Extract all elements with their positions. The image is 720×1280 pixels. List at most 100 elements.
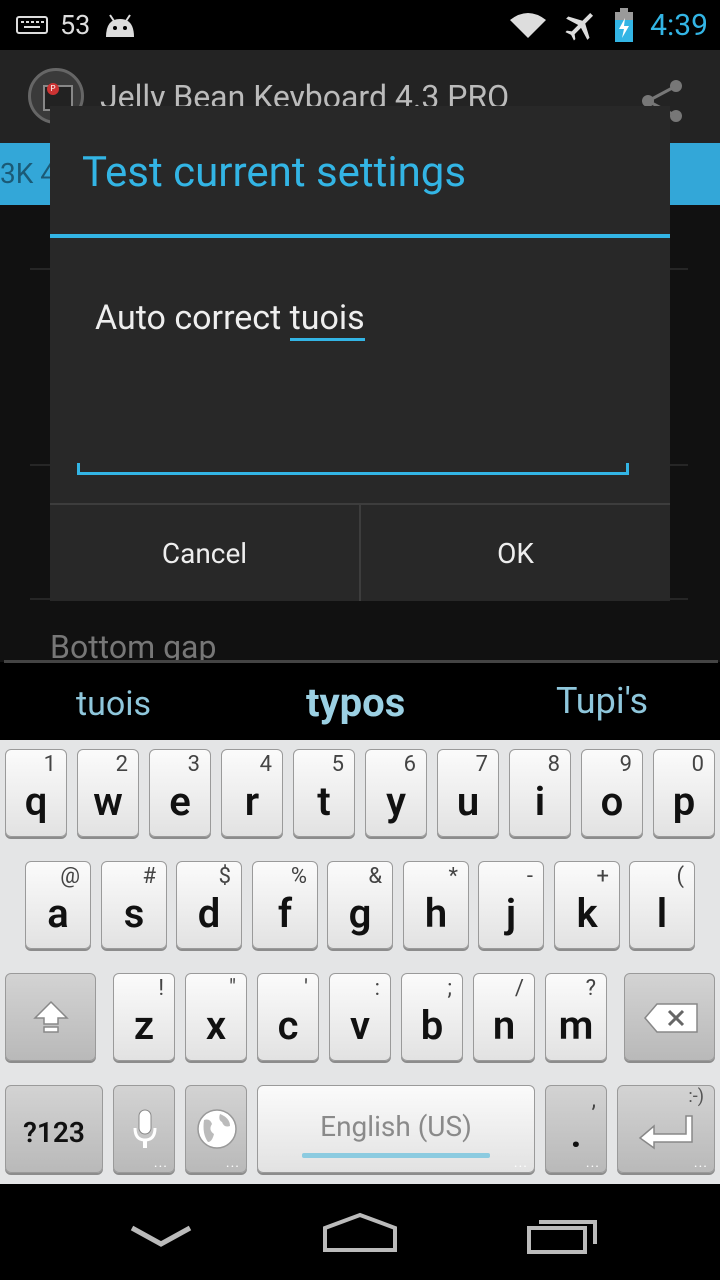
space-bar[interactable]: English (US) ...	[257, 1085, 535, 1173]
key-p[interactable]: 0p	[653, 749, 715, 837]
delete-key[interactable]	[624, 973, 715, 1061]
key-hint: 5	[331, 752, 344, 777]
key-label: v	[349, 1002, 371, 1049]
input-underline-left	[77, 463, 80, 475]
voice-input-key[interactable]: ...	[113, 1085, 175, 1173]
key-a[interactable]: @ a	[25, 861, 91, 949]
key-label: n	[492, 1002, 516, 1049]
key-hint: &	[368, 864, 382, 889]
key-q[interactable]: 1q	[5, 749, 67, 837]
enter-key[interactable]: :-) ...	[617, 1085, 715, 1173]
key-hint: '	[304, 976, 308, 1001]
key-hint: +	[596, 864, 609, 889]
key-label: l	[656, 890, 668, 937]
key-c[interactable]: ' c	[257, 973, 319, 1061]
back-icon[interactable]	[130, 1224, 192, 1248]
key-label: z	[133, 1002, 155, 1049]
key-label: d	[197, 890, 221, 937]
key-hint: @	[60, 864, 80, 889]
key-label: g	[348, 890, 372, 937]
symbols-key[interactable]: ?123	[5, 1085, 103, 1173]
key-hint: $	[218, 864, 231, 889]
key-v[interactable]: :v	[329, 973, 391, 1061]
key-hint: /	[514, 976, 524, 1001]
input-underline-right	[626, 463, 629, 475]
key-hint: *	[448, 864, 458, 889]
key-hint: ?	[585, 976, 596, 1001]
symbols-key-label: ?123	[23, 1116, 85, 1149]
suggestion-1[interactable]: typos	[306, 679, 405, 726]
key-label: r	[244, 778, 260, 825]
key-label: b	[420, 1002, 444, 1049]
key-s[interactable]: # s	[101, 861, 167, 949]
key-label: p	[672, 778, 696, 825]
suggestion-2[interactable]: Tupi's	[556, 680, 648, 722]
key-f[interactable]: % f	[252, 861, 318, 949]
key-l[interactable]: (l	[629, 861, 695, 949]
key-w[interactable]: 2w	[77, 749, 139, 837]
key-x[interactable]: " x	[185, 973, 247, 1061]
space-bar-indicator	[302, 1153, 490, 1158]
globe-icon	[197, 1109, 237, 1149]
key-d[interactable]: $ d	[176, 861, 242, 949]
input-underline	[77, 472, 629, 475]
key-hint: !	[158, 976, 164, 1001]
key-label: y	[386, 778, 406, 825]
key-label: x	[205, 1002, 227, 1049]
key-y[interactable]: 6y	[365, 749, 427, 837]
key-i[interactable]: 8i	[509, 749, 571, 837]
battery-charging-icon	[615, 8, 634, 42]
status-right: 4:39	[508, 6, 708, 44]
key-k[interactable]: + k	[554, 861, 620, 949]
key-label: j	[505, 890, 517, 937]
key-b[interactable]: ; b	[401, 973, 463, 1061]
more-options-dots: ...	[153, 1155, 168, 1171]
composing-word: tuois	[289, 298, 365, 341]
more-options-dots: ...	[513, 1155, 528, 1171]
backspace-icon	[644, 1003, 698, 1033]
cancel-button[interactable]: Cancel	[50, 505, 359, 601]
key-label: c	[277, 1002, 299, 1049]
key-hint: 8	[547, 752, 560, 777]
key-hint: "	[228, 976, 236, 1001]
home-icon[interactable]	[322, 1212, 398, 1254]
key-label: w	[93, 778, 123, 825]
key-hint: %	[290, 864, 307, 889]
key-label: u	[456, 778, 480, 825]
key-label: k	[576, 890, 598, 937]
test-input-field[interactable]: Auto correct tuois	[95, 298, 365, 341]
period-key[interactable]: , . ...	[545, 1085, 607, 1173]
key-hint: 0	[691, 752, 704, 777]
key-j[interactable]: -j	[478, 861, 544, 949]
badge-dot: P	[47, 83, 59, 95]
dialog-title: Test current settings	[82, 148, 467, 197]
tab-strip-text: 3K 4	[0, 157, 56, 190]
key-g[interactable]: & g	[327, 861, 393, 949]
key-o[interactable]: 9o	[581, 749, 643, 837]
key-r[interactable]: 4r	[221, 749, 283, 837]
ok-button[interactable]: OK	[361, 505, 670, 601]
key-m[interactable]: ? m	[545, 973, 607, 1061]
key-n[interactable]: / n	[473, 973, 535, 1061]
suggestion-0[interactable]: tuois	[76, 684, 151, 724]
notification-count: 53	[60, 9, 91, 41]
key-label: h	[424, 890, 448, 937]
recents-icon[interactable]	[526, 1216, 598, 1256]
key-z[interactable]: ! z	[113, 973, 175, 1061]
key-u[interactable]: 7u	[437, 749, 499, 837]
more-options-dots: ...	[693, 1155, 708, 1171]
language-key[interactable]: ...	[185, 1085, 247, 1173]
dialog-title-divider	[50, 234, 670, 238]
wifi-icon	[510, 13, 547, 38]
key-hint: ;	[447, 976, 452, 1001]
key-t[interactable]: 5t	[293, 749, 355, 837]
key-label: t	[317, 778, 331, 825]
key-h[interactable]: * h	[403, 861, 469, 949]
shift-key[interactable]	[5, 973, 96, 1061]
key-hint: :-)	[688, 1086, 704, 1107]
key-e[interactable]: 3e	[149, 749, 211, 837]
key-label: f	[277, 890, 293, 937]
space-bar-language: English (US)	[320, 1110, 472, 1143]
input-text-prefix: Auto correct	[95, 298, 290, 338]
key-label: e	[169, 778, 191, 825]
